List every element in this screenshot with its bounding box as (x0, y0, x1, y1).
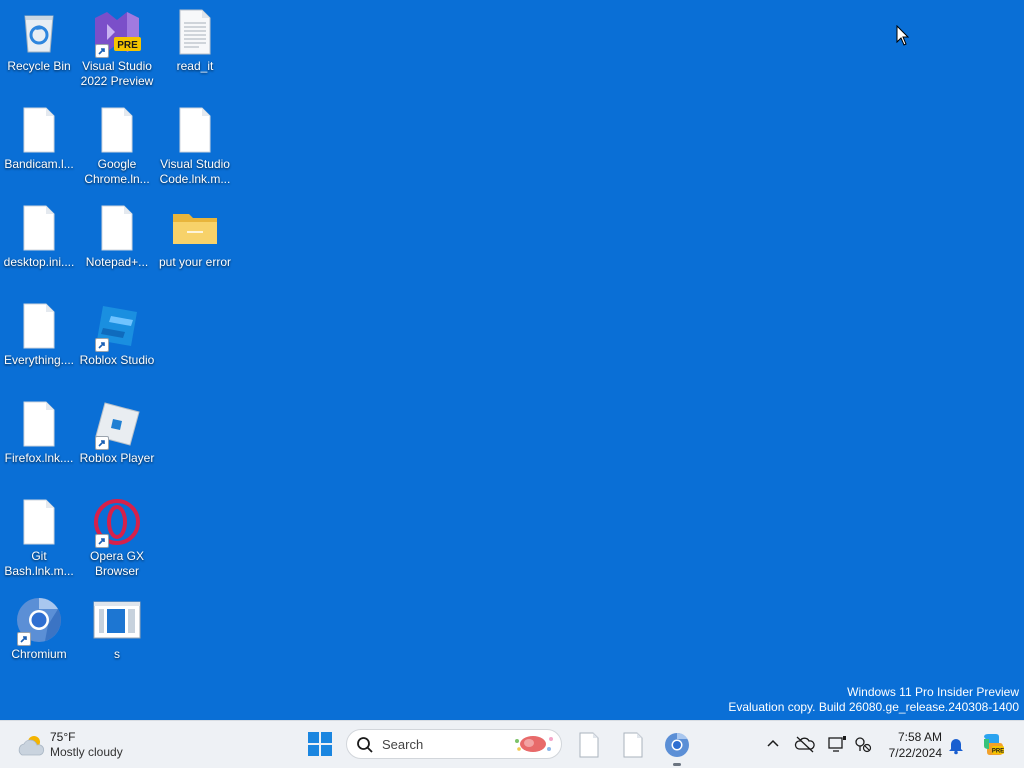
taskbar-app-file-2[interactable] (617, 729, 649, 761)
chromium-icon (665, 733, 689, 757)
desktop-icon-label: Visual Studio Code.lnk.m... (159, 157, 231, 186)
desktop-icon-label: Notepad+... (85, 255, 149, 269)
start-button[interactable] (307, 731, 333, 757)
desktop-icon-label: Google Chrome.ln... (84, 157, 150, 186)
display-tray-button[interactable] (826, 733, 848, 755)
desktop-icon-notepad-plus[interactable]: Notepad+... (78, 204, 156, 296)
desktop-icon-label: Roblox Studio (79, 353, 155, 367)
desktop-icon-label: put your error (158, 255, 232, 269)
onedrive-tray-button[interactable] (794, 733, 816, 755)
desktop-icon-label: Firefox.lnk.... (4, 451, 74, 465)
copilot-pre-badge: PRE (992, 749, 1004, 755)
desktop-icon-label: desktop.ini.... (3, 255, 75, 269)
desktop-icon-label: Roblox Player (79, 451, 155, 465)
bell-icon (949, 739, 963, 755)
blank-file-icon (15, 498, 63, 546)
blank-file-icon (579, 732, 599, 758)
weather-condition: Mostly cloudy (50, 745, 123, 759)
desktop-icon-label: Everything.... (3, 353, 75, 367)
desktop-icon-google-chrome[interactable]: Google Chrome.ln... (78, 106, 156, 198)
desktop-icon-everything[interactable]: Everything.... (0, 302, 78, 394)
search-highlight-icon (511, 733, 557, 755)
desktop-icon-chromium[interactable]: Chromium (0, 596, 78, 688)
visual-studio-preview-icon: PRE (93, 8, 141, 58)
clock-time: 7:58 AM (897, 730, 942, 744)
search-icon (356, 736, 374, 754)
desktop-icon-visual-studio-code[interactable]: Visual Studio Code.lnk.m... (156, 106, 234, 198)
desktop-icon-label: Opera GX Browser (89, 549, 145, 578)
taskbar: 75°F Mostly cloudy Search 7:58 AM 7/22/2… (0, 720, 1024, 768)
shortcut-arrow-icon (95, 338, 109, 352)
chromium-icon (15, 596, 63, 646)
desktop-icon-bandicam[interactable]: Bandicam.l... (0, 106, 78, 198)
mouse-cursor-icon (896, 24, 910, 47)
desktop-icon-label: s (114, 647, 120, 661)
clock-date: 7/22/2024 (888, 746, 942, 760)
watermark-edition: Windows 11 Pro Insider Preview (847, 685, 1019, 699)
desktop-icon-recycle-bin[interactable]: Recycle Bin (0, 8, 78, 100)
opera-gx-icon (93, 498, 141, 548)
blank-file-icon (15, 204, 63, 252)
desktop-icon-label: Bandicam.l... (4, 157, 74, 171)
shortcut-arrow-icon (95, 436, 109, 450)
cloud-off-icon (794, 736, 815, 753)
copilot-icon: PRE (984, 734, 1004, 755)
preview-badge-text: PRE (117, 40, 138, 51)
desktop-icon-opera-gx[interactable]: Opera GX Browser (78, 498, 156, 590)
text-document-icon (171, 8, 219, 56)
chevron-up-icon (767, 739, 779, 747)
desktop-icon-label: Chromium (11, 647, 67, 661)
search-placeholder: Search (382, 737, 424, 752)
taskbar-app-file-1[interactable] (573, 729, 605, 761)
copilot-button[interactable]: PRE (980, 731, 1006, 757)
desktop-icon-roblox-player[interactable]: Roblox Player (78, 400, 156, 492)
running-indicator (673, 763, 681, 766)
windows-logo-icon (308, 732, 332, 756)
blank-file-icon (15, 400, 63, 448)
cloudy-weather-icon (16, 733, 46, 759)
blank-file-icon (93, 106, 141, 154)
desktop: Recycle Bin Bandicam.l... desktop.ini...… (0, 0, 1024, 720)
blank-file-icon (93, 204, 141, 252)
notifications-button[interactable] (946, 735, 966, 755)
desktop-icon-read-it[interactable]: read_it (156, 8, 234, 100)
folder-icon (171, 204, 219, 252)
desktop-icon-visual-studio-preview[interactable]: PRE Visual Studio 2022 Preview (78, 8, 156, 100)
show-hidden-icons-button[interactable] (762, 733, 784, 755)
blank-file-icon (623, 732, 643, 758)
desktop-icon-label: Git Bash.lnk.m... (4, 549, 74, 578)
desktop-icon-put-your-error[interactable]: put your error (156, 204, 234, 296)
blank-file-icon (15, 106, 63, 154)
desktop-icon-firefox[interactable]: Firefox.lnk.... (0, 400, 78, 492)
desktop-icon-label: read_it (176, 59, 214, 73)
taskbar-app-chromium[interactable] (661, 729, 693, 761)
desktop-icon-label: Visual Studio 2022 Preview (80, 59, 154, 88)
blank-file-icon (15, 302, 63, 350)
roblox-player-icon (93, 400, 141, 450)
blank-file-icon (171, 106, 219, 154)
desktop-icon-roblox-studio[interactable]: Roblox Studio (78, 302, 156, 394)
desktop-icon-label: Recycle Bin (7, 59, 71, 73)
roblox-studio-icon (93, 302, 141, 352)
weather-widget[interactable]: 75°F Mostly cloudy (14, 727, 144, 763)
window-app-icon (93, 596, 141, 644)
taskbar-clock[interactable]: 7:58 AM 7/22/2024 (876, 729, 942, 761)
watermark-build: Evaluation copy. Build 26080.ge_release.… (728, 700, 1019, 714)
shortcut-arrow-icon (95, 44, 109, 58)
desktop-icon-git-bash[interactable]: Git Bash.lnk.m... (0, 498, 78, 590)
network-icon (855, 737, 872, 753)
network-tray-button[interactable] (852, 733, 874, 755)
taskbar-search-box[interactable]: Search (346, 729, 562, 759)
desktop-icon-desktop-ini[interactable]: desktop.ini.... (0, 204, 78, 296)
weather-temperature: 75°F (50, 730, 76, 744)
shortcut-arrow-icon (17, 632, 31, 646)
desktop-icon-s[interactable]: s (78, 596, 156, 688)
shortcut-arrow-icon (95, 534, 109, 548)
os-watermark: Windows 11 Pro Insider Preview Evaluatio… (728, 685, 1019, 715)
recycle-bin-icon (15, 8, 63, 56)
display-icon (828, 736, 846, 752)
